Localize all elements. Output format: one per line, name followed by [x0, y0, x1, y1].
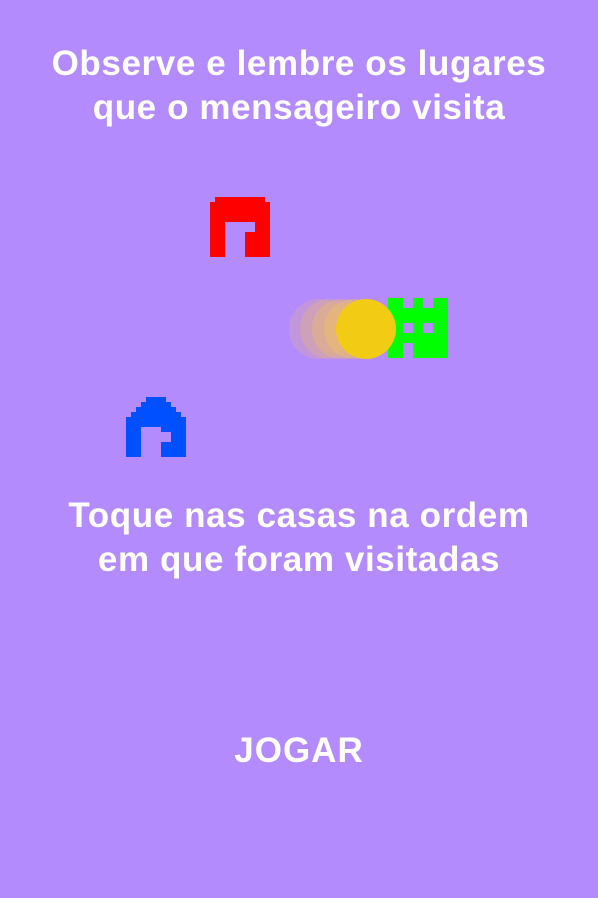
instruction-bottom-line-1: Toque nas casas na ordem [68, 496, 530, 535]
messenger [286, 298, 401, 360]
instruction-top-text: Observe e lembre os lugares que o mensag… [0, 42, 598, 130]
instruction-top-line-1: Observe e lembre os lugares [51, 44, 547, 83]
house-red[interactable] [210, 197, 270, 257]
instruction-top-line-2: que o mensageiro visita [92, 88, 506, 127]
house-icon [126, 397, 186, 457]
house-icon [210, 197, 270, 257]
instruction-bottom-text: Toque nas casas na ordem em que foram vi… [0, 494, 598, 582]
play-button[interactable]: JOGAR [199, 725, 399, 777]
game-screen: Observe e lembre os lugares que o mensag… [0, 0, 598, 898]
circle-ball-icon [336, 299, 396, 359]
house-blue[interactable] [126, 397, 186, 457]
instruction-bottom-line-2: em que foram visitadas [97, 540, 501, 579]
